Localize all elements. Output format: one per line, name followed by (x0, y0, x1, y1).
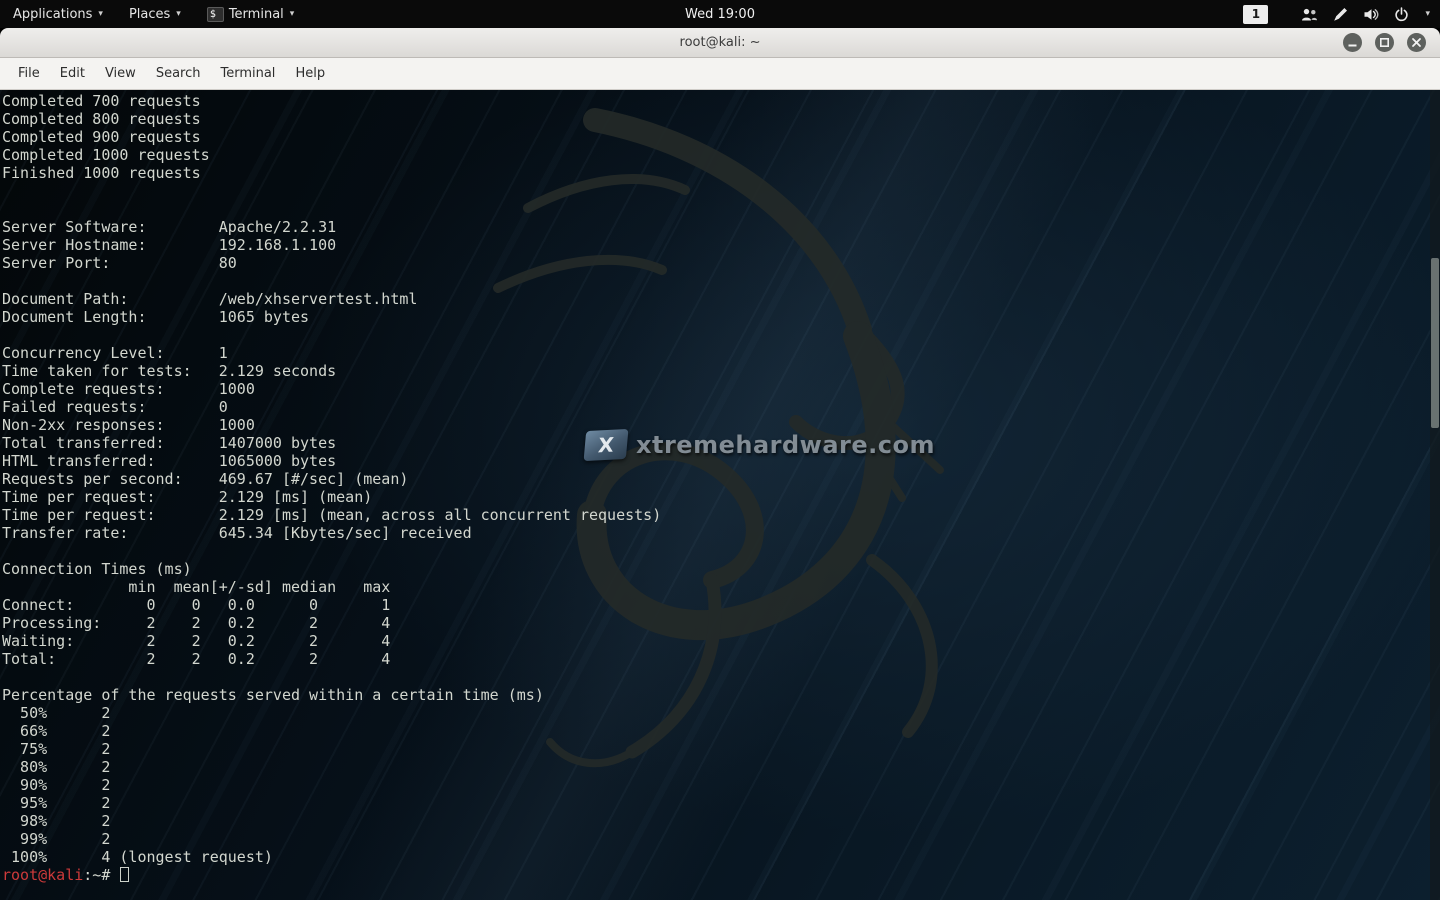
terminal-output[interactable]: Completed 700 requests Completed 800 req… (0, 90, 1428, 900)
terminal-line: 95% 2 (2, 794, 1428, 812)
terminal-line: Percentage of the requests served within… (2, 686, 1428, 704)
menu-view[interactable]: View (95, 60, 146, 87)
terminal-line: Total: 2 2 0.2 2 4 (2, 650, 1428, 668)
terminal-line: Connect: 0 0 0.0 0 1 (2, 596, 1428, 614)
clock[interactable]: Wed 19:00 (685, 7, 755, 22)
terminal-cursor (120, 867, 129, 882)
terminal-line (2, 272, 1428, 290)
terminal-line: 98% 2 (2, 812, 1428, 830)
users-icon[interactable] (1301, 7, 1318, 22)
terminal-line: Transfer rate: 645.34 [Kbytes/sec] recei… (2, 524, 1428, 542)
menu-edit[interactable]: Edit (50, 60, 95, 87)
terminal-line: 50% 2 (2, 704, 1428, 722)
terminal-line: Total transferred: 1407000 bytes (2, 434, 1428, 452)
terminal-line: Document Path: /web/xhservertest.html (2, 290, 1428, 308)
system-menu-chevron[interactable]: ▾ (1424, 10, 1430, 19)
terminal-line: Time taken for tests: 2.129 seconds (2, 362, 1428, 380)
terminal-line: Server Software: Apache/2.2.31 (2, 218, 1428, 236)
places-label: Places (129, 7, 170, 22)
scrollbar-thumb[interactable] (1431, 258, 1439, 428)
chevron-down-icon: ▾ (1425, 10, 1430, 19)
terminal-line: Completed 800 requests (2, 110, 1428, 128)
terminal-line: HTML transferred: 1065000 bytes (2, 452, 1428, 470)
terminal-line: Completed 700 requests (2, 92, 1428, 110)
terminal-line: Connection Times (ms) (2, 560, 1428, 578)
window-menubar: File Edit View Search Terminal Help (0, 58, 1440, 90)
terminal-line: Completed 900 requests (2, 128, 1428, 146)
terminal-line (2, 182, 1428, 200)
prompt-path: :~# (83, 866, 119, 884)
menu-file[interactable]: File (8, 60, 50, 87)
restore-button[interactable] (1375, 33, 1394, 52)
terminal-line: Finished 1000 requests (2, 164, 1428, 182)
terminal-line: 80% 2 (2, 758, 1428, 776)
terminal-content-area: X xtremehardware.com Completed 700 reque… (0, 90, 1440, 900)
applications-menu[interactable]: Applications ▾ (0, 0, 116, 28)
prompt-line: root@kali:~# (2, 866, 1428, 884)
terminal-line: min mean[+/-sd] median max (2, 578, 1428, 596)
terminal-line: Non-2xx responses: 1000 (2, 416, 1428, 434)
restore-icon (1379, 37, 1390, 48)
terminal-line: 90% 2 (2, 776, 1428, 794)
menu-terminal[interactable]: Terminal (210, 60, 285, 87)
terminal-line: Failed requests: 0 (2, 398, 1428, 416)
terminal-window: root@kali: ~ File Edit View Search Termi… (0, 28, 1440, 900)
terminal-line (2, 326, 1428, 344)
workspace-indicator[interactable]: 1 (1243, 5, 1268, 24)
close-icon (1411, 37, 1422, 48)
terminal-line: Time per request: 2.129 [ms] (mean, acro… (2, 506, 1428, 524)
terminal-line: Concurrency Level: 1 (2, 344, 1428, 362)
terminal-line: 75% 2 (2, 740, 1428, 758)
terminal-line: Server Port: 80 (2, 254, 1428, 272)
terminal-app-menu[interactable]: $ Terminal ▾ (194, 0, 307, 28)
chevron-down-icon: ▾ (176, 10, 181, 19)
menu-search[interactable]: Search (146, 60, 211, 87)
terminal-line: 100% 4 (longest request) (2, 848, 1428, 866)
menu-help[interactable]: Help (285, 60, 335, 87)
window-title: root@kali: ~ (680, 35, 761, 50)
window-controls (1343, 33, 1426, 52)
power-icon[interactable] (1394, 7, 1409, 22)
terminal-line: Complete requests: 1000 (2, 380, 1428, 398)
terminal-line (2, 200, 1428, 218)
top-bar-menus: Applications ▾ Places ▾ $ Terminal ▾ (0, 0, 307, 28)
pen-icon[interactable] (1333, 7, 1348, 22)
minimize-button[interactable] (1343, 33, 1362, 52)
terminal-line: Completed 1000 requests (2, 146, 1428, 164)
top-bar: Applications ▾ Places ▾ $ Terminal ▾ Wed… (0, 0, 1440, 28)
volume-icon[interactable] (1363, 7, 1379, 22)
terminal-line: Server Hostname: 192.168.1.100 (2, 236, 1428, 254)
applications-label: Applications (13, 7, 92, 22)
places-menu[interactable]: Places ▾ (116, 0, 194, 28)
prompt-user-host: root@kali (2, 866, 83, 884)
terminal-app-icon: $ (207, 7, 224, 22)
terminal-line: Requests per second: 469.67 [#/sec] (mea… (2, 470, 1428, 488)
terminal-line (2, 668, 1428, 686)
close-button[interactable] (1407, 33, 1426, 52)
terminal-line: 66% 2 (2, 722, 1428, 740)
terminal-line: 99% 2 (2, 830, 1428, 848)
terminal-line: Waiting: 2 2 0.2 2 4 (2, 632, 1428, 650)
terminal-line: Time per request: 2.129 [ms] (mean) (2, 488, 1428, 506)
terminal-app-label: Terminal (229, 7, 284, 22)
terminal-line (2, 542, 1428, 560)
terminal-line: Document Length: 1065 bytes (2, 308, 1428, 326)
system-tray: 1 ▾ (1243, 0, 1440, 28)
terminal-scrollbar[interactable] (1430, 90, 1440, 900)
minimize-icon (1347, 37, 1358, 48)
window-titlebar[interactable]: root@kali: ~ (0, 28, 1440, 58)
chevron-down-icon: ▾ (98, 10, 103, 19)
chevron-down-icon: ▾ (290, 10, 295, 19)
terminal-line: Processing: 2 2 0.2 2 4 (2, 614, 1428, 632)
